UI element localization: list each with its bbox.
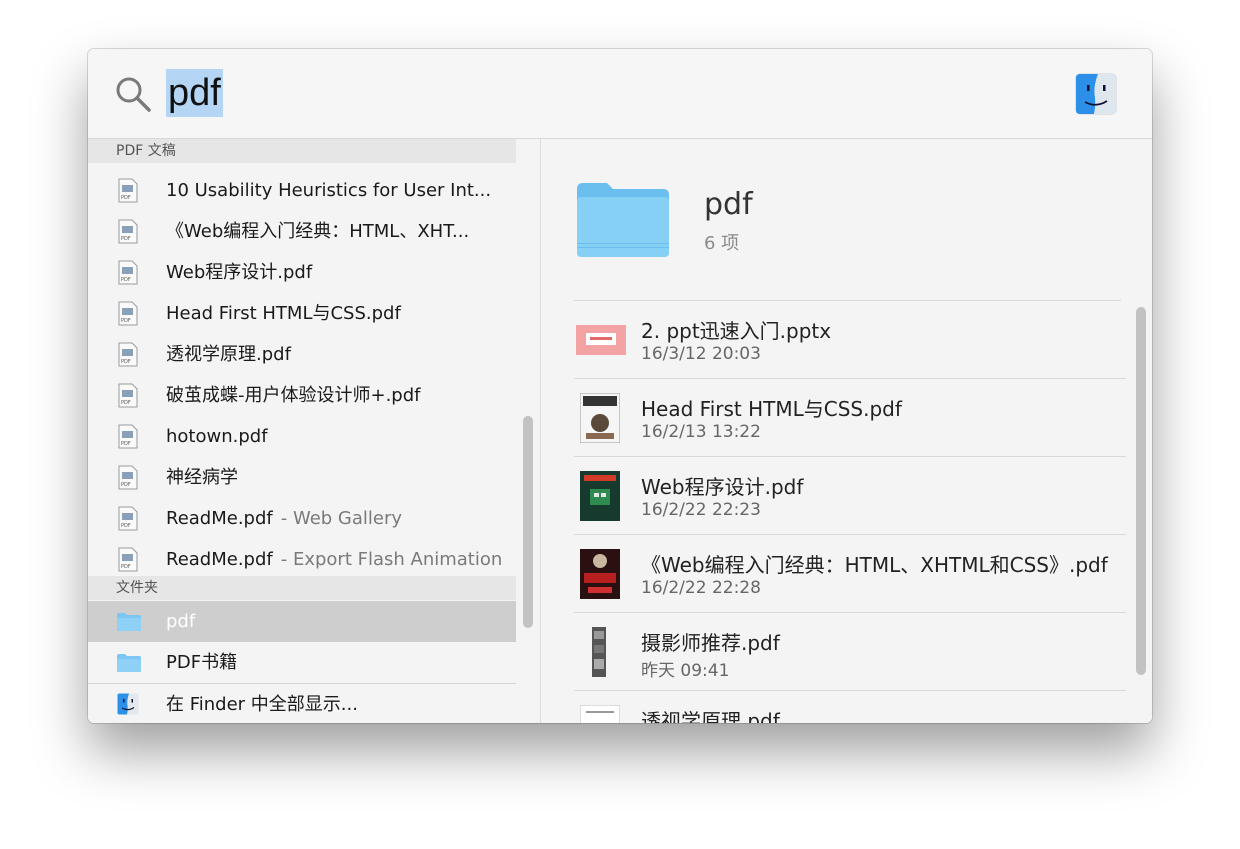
search-icon	[116, 77, 151, 112]
pdf-file-icon: PDF	[118, 342, 138, 367]
result-title: ReadMe.pdf	[166, 549, 273, 570]
svg-text:PDF: PDF	[121, 400, 131, 406]
svg-text:PDF: PDF	[121, 277, 131, 283]
svg-text:PDF: PDF	[121, 523, 131, 529]
result-title: ReadMe.pdf	[166, 508, 273, 529]
pdf-file-icon: PDF	[118, 383, 138, 408]
svg-text:PDF: PDF	[121, 195, 131, 201]
result-label: 神经病学	[166, 467, 238, 488]
result-item[interactable]: PDF 破茧成蝶-用户体验设计师+.pdf	[88, 375, 516, 416]
document-thumbnail-icon	[580, 705, 620, 723]
file-name: 透视学原理.pdf	[641, 709, 780, 723]
right-scrollbar-thumb[interactable]	[1136, 307, 1146, 675]
result-item[interactable]: PDF 《Web编程入门经典：HTML、XHT...	[88, 211, 516, 252]
result-label: PDF书籍	[166, 652, 238, 673]
result-item[interactable]: PDF ReadMe.pdf - Export Flash Animation	[88, 539, 516, 580]
result-item-folder-selected[interactable]: pdf	[88, 601, 516, 642]
search-input[interactable]: pdf	[166, 69, 223, 117]
result-label: 10 Usability Heuristics for User Int...	[166, 180, 492, 201]
svg-text:PDF: PDF	[121, 482, 131, 488]
result-item[interactable]: PDF 透视学原理.pdf	[88, 334, 516, 375]
result-label: 破茧成蝶-用户体验设计师+.pdf	[166, 385, 421, 406]
spotlight-window: pdf PDF 文稿 PDF 10 Usability Heuristics f…	[88, 49, 1152, 723]
svg-text:PDF: PDF	[121, 236, 131, 242]
book-cover-thumbnail-icon	[580, 549, 620, 599]
result-label: 透视学原理.pdf	[166, 344, 291, 365]
preview-title: pdf	[704, 187, 753, 222]
show-all-label: 在 Finder 中全部显示...	[166, 694, 358, 715]
svg-text:PDF: PDF	[121, 318, 131, 324]
book-cover-thumbnail-icon	[580, 471, 620, 521]
pdf-file-icon: PDF	[118, 219, 138, 244]
result-item[interactable]: PDF 神经病学	[88, 457, 516, 498]
file-date: 16/2/13 13:22	[641, 422, 761, 442]
pdf-file-icon: PDF	[118, 178, 138, 203]
folder-large-icon	[577, 183, 669, 257]
result-label: ReadMe.pdf - Web Gallery	[166, 498, 402, 539]
preview-pane: pdf 6 项 2. ppt迅速入门.pptx 16/3/12 20:03 He…	[541, 139, 1152, 723]
file-row[interactable]: 摄影师推荐.pdf 昨天 09:41	[574, 613, 1126, 691]
pdf-file-icon: PDF	[118, 506, 138, 531]
file-date: 昨天 09:41	[641, 661, 730, 681]
file-date: 16/3/12 20:03	[641, 344, 761, 364]
left-scrollbar-thumb[interactable]	[523, 416, 533, 628]
result-subtitle: - Web Gallery	[280, 508, 403, 529]
folder-icon	[117, 654, 141, 672]
svg-text:PDF: PDF	[121, 359, 131, 365]
file-date: 16/2/22 22:28	[641, 578, 761, 598]
result-subtitle: - Export Flash Animation	[280, 549, 503, 570]
result-item[interactable]: PDF 10 Usability Heuristics for User Int…	[88, 170, 516, 211]
file-name: Web程序设计.pdf	[641, 475, 804, 499]
pdf-file-icon: PDF	[118, 301, 138, 326]
section-header-pdf: PDF 文稿	[88, 139, 516, 163]
file-name: 摄影师推荐.pdf	[641, 631, 780, 655]
pptx-thumbnail-icon	[576, 325, 626, 355]
pdf-file-icon: PDF	[118, 547, 138, 572]
result-item[interactable]: PDF Web程序设计.pdf	[88, 252, 516, 293]
result-label: pdf	[166, 611, 196, 632]
result-item-folder[interactable]: PDF书籍	[88, 642, 516, 683]
book-cover-thumbnail-icon	[580, 393, 620, 443]
folder-icon	[117, 613, 141, 631]
file-name: Head First HTML与CSS.pdf	[641, 397, 902, 421]
result-label: Web程序设计.pdf	[166, 262, 313, 283]
pdf-file-icon: PDF	[118, 465, 138, 490]
section-header-folders: 文件夹	[88, 576, 516, 600]
document-thumbnail-icon	[592, 627, 606, 677]
file-row[interactable]: 透视学原理.pdf	[574, 691, 1126, 723]
preview-item-count: 6 项	[704, 233, 740, 254]
file-name: 2. ppt迅速入门.pptx	[641, 319, 832, 343]
file-date: 16/2/22 22:23	[641, 500, 761, 520]
result-label: Head First HTML与CSS.pdf	[166, 303, 401, 324]
file-row[interactable]: 《Web编程入门经典：HTML、XHTML和CSS》.pdf 16/2/22 2…	[574, 535, 1126, 613]
file-row[interactable]: Web程序设计.pdf 16/2/22 22:23	[574, 457, 1126, 535]
file-row[interactable]: 2. ppt迅速入门.pptx 16/3/12 20:03	[574, 301, 1126, 379]
file-row[interactable]: Head First HTML与CSS.pdf 16/2/13 13:22	[574, 379, 1126, 457]
result-label: ReadMe.pdf - Export Flash Animation	[166, 539, 502, 580]
svg-text:PDF: PDF	[121, 441, 131, 447]
result-item[interactable]: PDF Head First HTML与CSS.pdf	[88, 293, 516, 334]
pdf-file-icon: PDF	[118, 260, 138, 285]
svg-text:PDF: PDF	[121, 564, 131, 570]
finder-icon[interactable]	[1075, 73, 1117, 115]
result-label: hotown.pdf	[166, 426, 268, 447]
result-item[interactable]: PDF hotown.pdf	[88, 416, 516, 457]
results-list: PDF 文稿 PDF 10 Usability Heuristics for U…	[88, 139, 540, 723]
search-bar: pdf	[88, 49, 1152, 139]
show-all-in-finder[interactable]: 在 Finder 中全部显示...	[88, 683, 516, 723]
result-item[interactable]: PDF ReadMe.pdf - Web Gallery	[88, 498, 516, 539]
file-name: 《Web编程入门经典：HTML、XHTML和CSS》.pdf	[641, 553, 1108, 577]
finder-icon	[117, 693, 139, 715]
result-label: 《Web编程入门经典：HTML、XHT...	[166, 221, 470, 242]
pdf-file-icon: PDF	[118, 424, 138, 449]
